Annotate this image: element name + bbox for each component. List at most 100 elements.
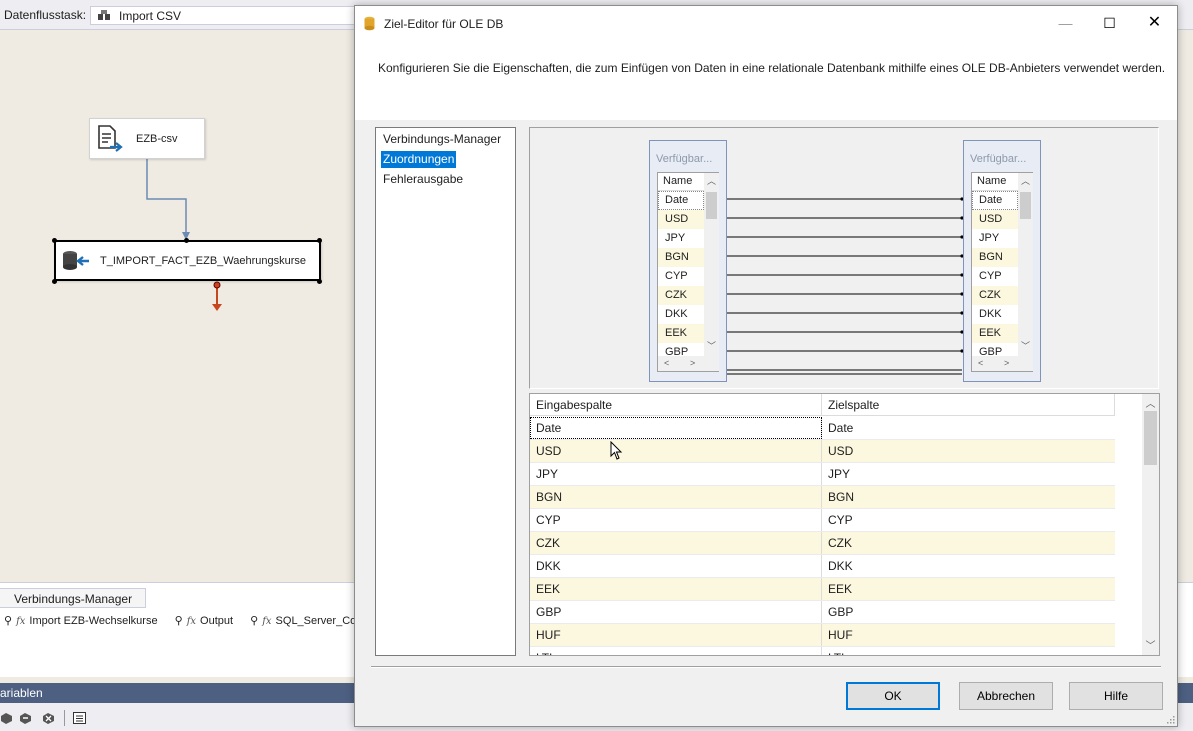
resize-handle[interactable]	[52, 279, 57, 284]
input-column-cell[interactable]: EEK	[530, 578, 822, 600]
connection-item[interactable]: ⚲ fx Import EZB-Wechselkurse	[4, 614, 158, 627]
destination-column-cell[interactable]: CZK	[822, 532, 1115, 554]
minimize-button[interactable]: —	[1043, 6, 1088, 40]
input-list-horizontal-scrollbar[interactable]: < >	[658, 356, 719, 371]
resize-handle[interactable]	[184, 238, 189, 243]
destination-column-cell[interactable]: HUF	[822, 624, 1115, 646]
nav-item-zuordnungen[interactable]: Zuordnungen	[381, 151, 457, 168]
destination-list-vertical-scrollbar[interactable]: ︿ ﹀	[1018, 173, 1033, 356]
destination-column-item[interactable]: DKK	[972, 305, 1018, 324]
resize-handle[interactable]	[52, 238, 57, 243]
input-column-item[interactable]: DKK	[658, 305, 704, 324]
task-selector[interactable]: Import CSV	[90, 6, 365, 25]
scroll-left-icon[interactable]: <	[664, 358, 669, 368]
destination-column-item[interactable]: EEK	[972, 324, 1018, 343]
input-column-item[interactable]: EEK	[658, 324, 704, 343]
resize-handle[interactable]	[317, 279, 322, 284]
destination-column-item[interactable]: USD	[972, 210, 1018, 229]
destination-column-cell[interactable]: DKK	[822, 555, 1115, 577]
scroll-thumb[interactable]	[706, 192, 717, 219]
grid-vertical-scrollbar[interactable]: ︿ ﹀	[1142, 394, 1159, 655]
resize-grip-icon[interactable]	[1165, 714, 1175, 724]
grid-row[interactable]: CYP CYP	[530, 509, 1115, 532]
input-column-cell[interactable]: DKK	[530, 555, 822, 577]
destination-column-cell[interactable]: USD	[822, 440, 1115, 462]
destination-component[interactable]: T_IMPORT_FACT_EZB_Waehrungskurse	[54, 240, 321, 281]
delete-variable-icon[interactable]	[42, 712, 55, 724]
input-column-item[interactable]: CZK	[658, 286, 704, 305]
destination-columns-list[interactable]: Name Date USD JPY BGN CYP CZK DKK EEK GB…	[971, 172, 1033, 372]
add-variable-icon[interactable]	[0, 712, 13, 724]
scroll-up-icon[interactable]: ︿	[1018, 174, 1033, 190]
input-column-cell[interactable]: JPY	[530, 463, 822, 485]
destination-list-horizontal-scrollbar[interactable]: < >	[972, 356, 1033, 371]
column-mapping-diagram[interactable]: Verfügbar... Name Date USD JPY BGN CYP C…	[529, 127, 1159, 389]
scroll-up-icon[interactable]: ︿	[704, 174, 719, 190]
source-component[interactable]: EZB-csv	[89, 118, 205, 159]
scroll-right-icon[interactable]: >	[690, 358, 695, 368]
destination-column-item[interactable]: CYP	[972, 267, 1018, 286]
input-column-cell[interactable]: CZK	[530, 532, 822, 554]
connection-item[interactable]: ⚲ fx SQL_Server_Con	[250, 614, 362, 627]
scroll-down-icon[interactable]: ﹀	[1018, 339, 1033, 355]
destination-column-cell[interactable]: CYP	[822, 509, 1115, 531]
input-column-item[interactable]: USD	[658, 210, 704, 229]
grid-options-icon[interactable]	[73, 712, 86, 724]
grid-row[interactable]: BGN BGN	[530, 486, 1115, 509]
input-column-cell[interactable]: LTL	[530, 647, 822, 655]
close-button[interactable]: ✕	[1132, 6, 1177, 40]
destination-column-item[interactable]: CZK	[972, 286, 1018, 305]
connection-item[interactable]: ⚲ fx Output	[175, 614, 233, 627]
scroll-right-icon[interactable]: >	[1004, 358, 1009, 368]
resize-handle[interactable]	[317, 238, 322, 243]
input-column-cell[interactable]: HUF	[530, 624, 822, 646]
input-column-cell[interactable]: GBP	[530, 601, 822, 623]
input-column-item[interactable]: Date	[658, 191, 704, 210]
destination-column-cell[interactable]: EEK	[822, 578, 1115, 600]
ok-button[interactable]: OK	[846, 682, 940, 710]
tab-connection-manager[interactable]: Verbindungs-Manager	[0, 588, 146, 608]
destination-column-item[interactable]: JPY	[972, 229, 1018, 248]
cancel-button[interactable]: Abbrechen	[959, 682, 1053, 710]
destination-column-item[interactable]: Date	[972, 191, 1018, 210]
grid-header-destination-column[interactable]: Zielspalte	[822, 394, 1115, 416]
input-column-cell[interactable]: BGN	[530, 486, 822, 508]
destination-column-cell[interactable]: GBP	[822, 601, 1115, 623]
grid-row[interactable]: HUF HUF	[530, 624, 1115, 647]
grid-row[interactable]: CZK CZK	[530, 532, 1115, 555]
destination-column-item[interactable]: BGN	[972, 248, 1018, 267]
input-column-item[interactable]: JPY	[658, 229, 704, 248]
destination-column-cell[interactable]: Date	[822, 417, 1115, 439]
scroll-thumb[interactable]	[1144, 411, 1157, 465]
column-mapping-grid[interactable]: Eingabespalte Zielspalte Date Date USD USD J…	[529, 393, 1160, 656]
grid-row[interactable]: Date Date	[530, 417, 1115, 440]
scroll-down-icon[interactable]: ﹀	[704, 339, 719, 355]
destination-name-column-header[interactable]: Name	[972, 173, 1018, 191]
scroll-up-icon[interactable]: ︿	[1142, 395, 1159, 412]
grid-row[interactable]: GBP GBP	[530, 601, 1115, 624]
nav-item-fehlerausgabe[interactable]: Fehlerausgabe	[381, 171, 465, 188]
input-list-vertical-scrollbar[interactable]: ︿ ﹀	[704, 173, 719, 356]
scroll-down-icon[interactable]: ﹀	[1142, 637, 1159, 654]
grid-row[interactable]: JPY JPY	[530, 463, 1115, 486]
maximize-button[interactable]: ☐	[1087, 6, 1132, 40]
grid-row[interactable]: EEK EEK	[530, 578, 1115, 601]
move-variable-icon[interactable]	[19, 712, 32, 724]
scroll-left-icon[interactable]: <	[978, 358, 983, 368]
scroll-thumb[interactable]	[1020, 192, 1031, 219]
input-column-cell[interactable]: USD	[530, 440, 822, 462]
destination-column-cell[interactable]: BGN	[822, 486, 1115, 508]
input-column-item[interactable]: BGN	[658, 248, 704, 267]
destination-column-cell[interactable]: JPY	[822, 463, 1115, 485]
dialog-titlebar[interactable]: Ziel-Editor für OLE DB — ☐ ✕	[355, 6, 1177, 40]
destination-column-cell[interactable]: LTL	[822, 647, 1115, 655]
grid-row[interactable]: DKK DKK	[530, 555, 1115, 578]
grid-row[interactable]: LTLLTL	[530, 647, 1115, 655]
input-column-cell[interactable]: Date	[530, 417, 822, 439]
input-name-column-header[interactable]: Name	[658, 173, 704, 191]
input-column-item[interactable]: CYP	[658, 267, 704, 286]
grid-header-input-column[interactable]: Eingabespalte	[530, 394, 822, 416]
nav-item-verbindungs-manager[interactable]: Verbindungs-Manager	[381, 131, 503, 148]
input-column-cell[interactable]: CYP	[530, 509, 822, 531]
input-columns-list[interactable]: Name Date USD JPY BGN CYP CZK DKK EEK GB…	[657, 172, 719, 372]
